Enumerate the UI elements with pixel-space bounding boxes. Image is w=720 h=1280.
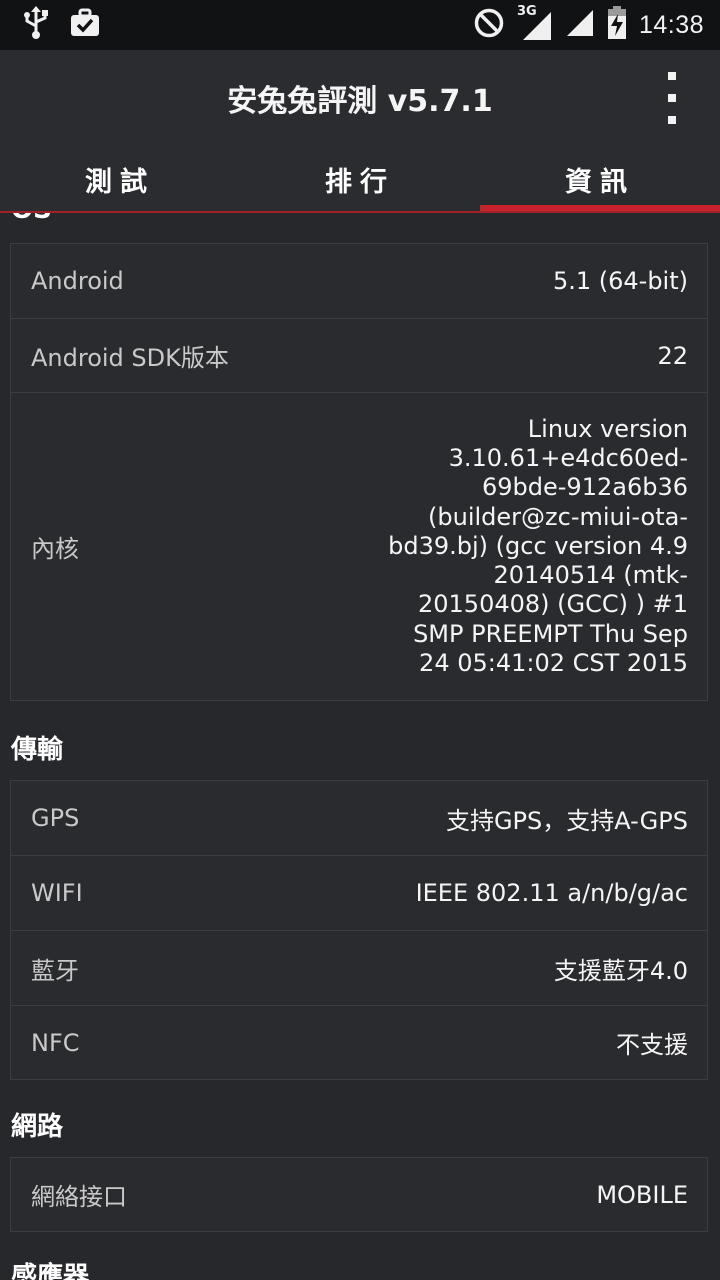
signal-icon [565, 8, 595, 42]
app-bar: 安兔兔評測 v5.7.1 [0, 50, 720, 146]
battery-charging-icon [607, 6, 627, 44]
list-item: Android 5.1 (64-bit) [11, 244, 707, 318]
section-title-network: 網路 [11, 1112, 64, 1142]
overflow-menu-icon[interactable] [662, 72, 682, 124]
list-item: Android SDK版本 22 [11, 318, 707, 392]
wifi-label: WIFI [31, 879, 83, 907]
info-list[interactable]: OS Android 5.1 (64-bit) Android SDK版本 22… [0, 213, 720, 1280]
tab-info[interactable]: 資訊 [480, 146, 720, 212]
sdk-version-value: 22 [657, 341, 688, 370]
section-title-transmission: 傳輸 [11, 735, 64, 765]
bluetooth-label: 藍牙 [31, 956, 79, 985]
kernel-label: 內核 [31, 535, 79, 563]
section-title-os: OS [11, 213, 52, 225]
usb-icon [22, 6, 50, 44]
list-item: GPS 支持GPS，支持A-GPS [11, 781, 707, 855]
list-item: 網絡接口 MOBILE [11, 1158, 707, 1231]
wifi-value: IEEE 802.11 a/n/b/g/ac [415, 879, 688, 907]
do-not-disturb-icon [473, 7, 505, 43]
tab-bar: 測試 排行 資訊 [0, 146, 720, 212]
nfc-value: 不支援 [616, 1031, 688, 1059]
list-item: WIFI IEEE 802.11 a/n/b/g/ac [11, 855, 707, 930]
app-title: 安兔兔評測 v5.7.1 [227, 84, 493, 119]
signal-3g-icon: 3G [517, 4, 553, 42]
section-title-sensors: 感應器 [11, 1262, 90, 1280]
android-label: Android [31, 267, 124, 295]
tab-test[interactable]: 測試 [0, 146, 240, 212]
status-bar: 3G 14:38 [0, 0, 720, 50]
list-item: 內核 Linux version 3.10.61+e4dc60ed-69bde-… [11, 392, 707, 700]
status-bar-right: 3G 14:38 [473, 4, 704, 44]
android-value: 5.1 (64-bit) [552, 267, 688, 295]
bluetooth-value: 支援藍牙4.0 [553, 956, 688, 985]
list-item: 藍牙 支援藍牙4.0 [11, 930, 707, 1005]
kernel-value: Linux version 3.10.61+e4dc60ed-69bde-912… [388, 415, 688, 677]
status-bar-left [22, 6, 100, 44]
network-interface-label: 網絡接口 [31, 1183, 127, 1211]
tab-ranking[interactable]: 排行 [240, 146, 480, 212]
sdk-version-label: Android SDK版本 [31, 344, 229, 372]
os-card: Android 5.1 (64-bit) Android SDK版本 22 內核… [10, 243, 708, 701]
network-card: 網絡接口 MOBILE [10, 1157, 708, 1232]
gps-label: GPS [31, 804, 80, 832]
network-interface-value: MOBILE [596, 1180, 688, 1209]
network-type-label: 3G [516, 4, 537, 19]
clock: 14:38 [638, 10, 704, 39]
transmission-card: GPS 支持GPS，支持A-GPS WIFI IEEE 802.11 a/n/b… [10, 780, 708, 1080]
gps-value: 支持GPS，支持A-GPS [445, 806, 688, 835]
nfc-label: NFC [31, 1028, 80, 1057]
list-item: NFC 不支援 [11, 1005, 707, 1079]
briefcase-check-icon [70, 8, 100, 42]
